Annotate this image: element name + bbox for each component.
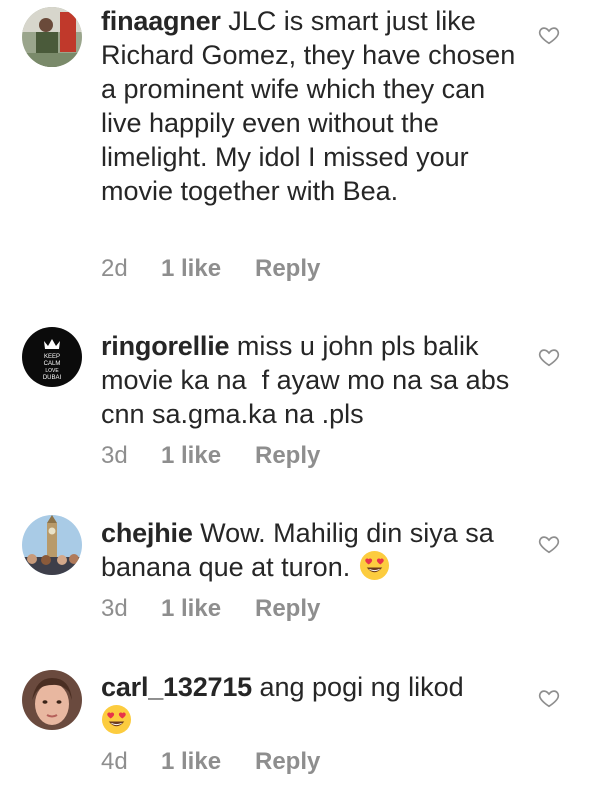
heart-eyes-emoji-icon	[359, 550, 389, 581]
avatar-text: LOVE	[45, 368, 59, 374]
like-heart-icon[interactable]	[538, 533, 560, 555]
person-photo-icon	[22, 7, 82, 67]
comment-like-count[interactable]: 1 like	[161, 254, 255, 284]
like-heart-icon[interactable]	[538, 346, 560, 368]
keep-calm-crown-icon: KEEP CALM LOVE DUBAI	[22, 327, 82, 387]
reply-button[interactable]: Reply	[255, 441, 320, 471]
like-heart-icon[interactable]	[538, 24, 560, 46]
comment-text: ang pogi ng likod	[259, 672, 464, 702]
avatar[interactable]	[22, 670, 82, 730]
comment-time: 3d	[101, 442, 128, 469]
comment-meta: 3d 1 like Reply	[101, 594, 320, 624]
comment-text: JLC is smart just like Richard Gomez, th…	[101, 6, 523, 206]
comment-time: 3d	[101, 595, 128, 622]
comment-like-count[interactable]: 1 like	[161, 594, 255, 624]
comment-like-count[interactable]: 1 like	[161, 747, 255, 777]
comment-body: finaagner JLC is smart just like Richard…	[101, 4, 526, 208]
comment-body: chejhie Wow. Mahilig din siya sa banana …	[101, 516, 526, 584]
heart-eyes-emoji-icon	[101, 704, 132, 735]
reply-button[interactable]: Reply	[255, 594, 320, 624]
reply-button[interactable]: Reply	[255, 254, 320, 284]
comment-body: ringorellie miss u john pls balik movie …	[101, 329, 526, 431]
like-heart-icon[interactable]	[538, 687, 560, 709]
comment-body: carl_132715 ang pogi ng likod	[101, 670, 526, 738]
clock-tower-photo-icon	[22, 515, 82, 575]
reply-button[interactable]: Reply	[255, 747, 320, 777]
avatar[interactable]: KEEP CALM LOVE DUBAI	[22, 327, 82, 387]
comment-meta: 4d 1 like Reply	[101, 747, 320, 777]
comment-meta: 3d 1 like Reply	[101, 441, 320, 471]
comment-meta: 2d 1 like Reply	[101, 254, 320, 284]
avatar[interactable]	[22, 7, 82, 67]
comment-username[interactable]: ringorellie	[101, 331, 230, 361]
comment-username[interactable]: finaagner	[101, 6, 221, 36]
selfie-photo-icon	[22, 670, 82, 730]
comment-time: 4d	[101, 748, 128, 775]
avatar-text: CALM	[44, 361, 61, 367]
avatar-text: KEEP	[44, 354, 60, 360]
avatar-text: DUBAI	[43, 375, 62, 381]
comment-username[interactable]: carl_132715	[101, 672, 252, 702]
comment-time: 2d	[101, 255, 128, 282]
comment-like-count[interactable]: 1 like	[161, 441, 255, 471]
avatar[interactable]	[22, 515, 82, 575]
comment-username[interactable]: chejhie	[101, 518, 193, 548]
